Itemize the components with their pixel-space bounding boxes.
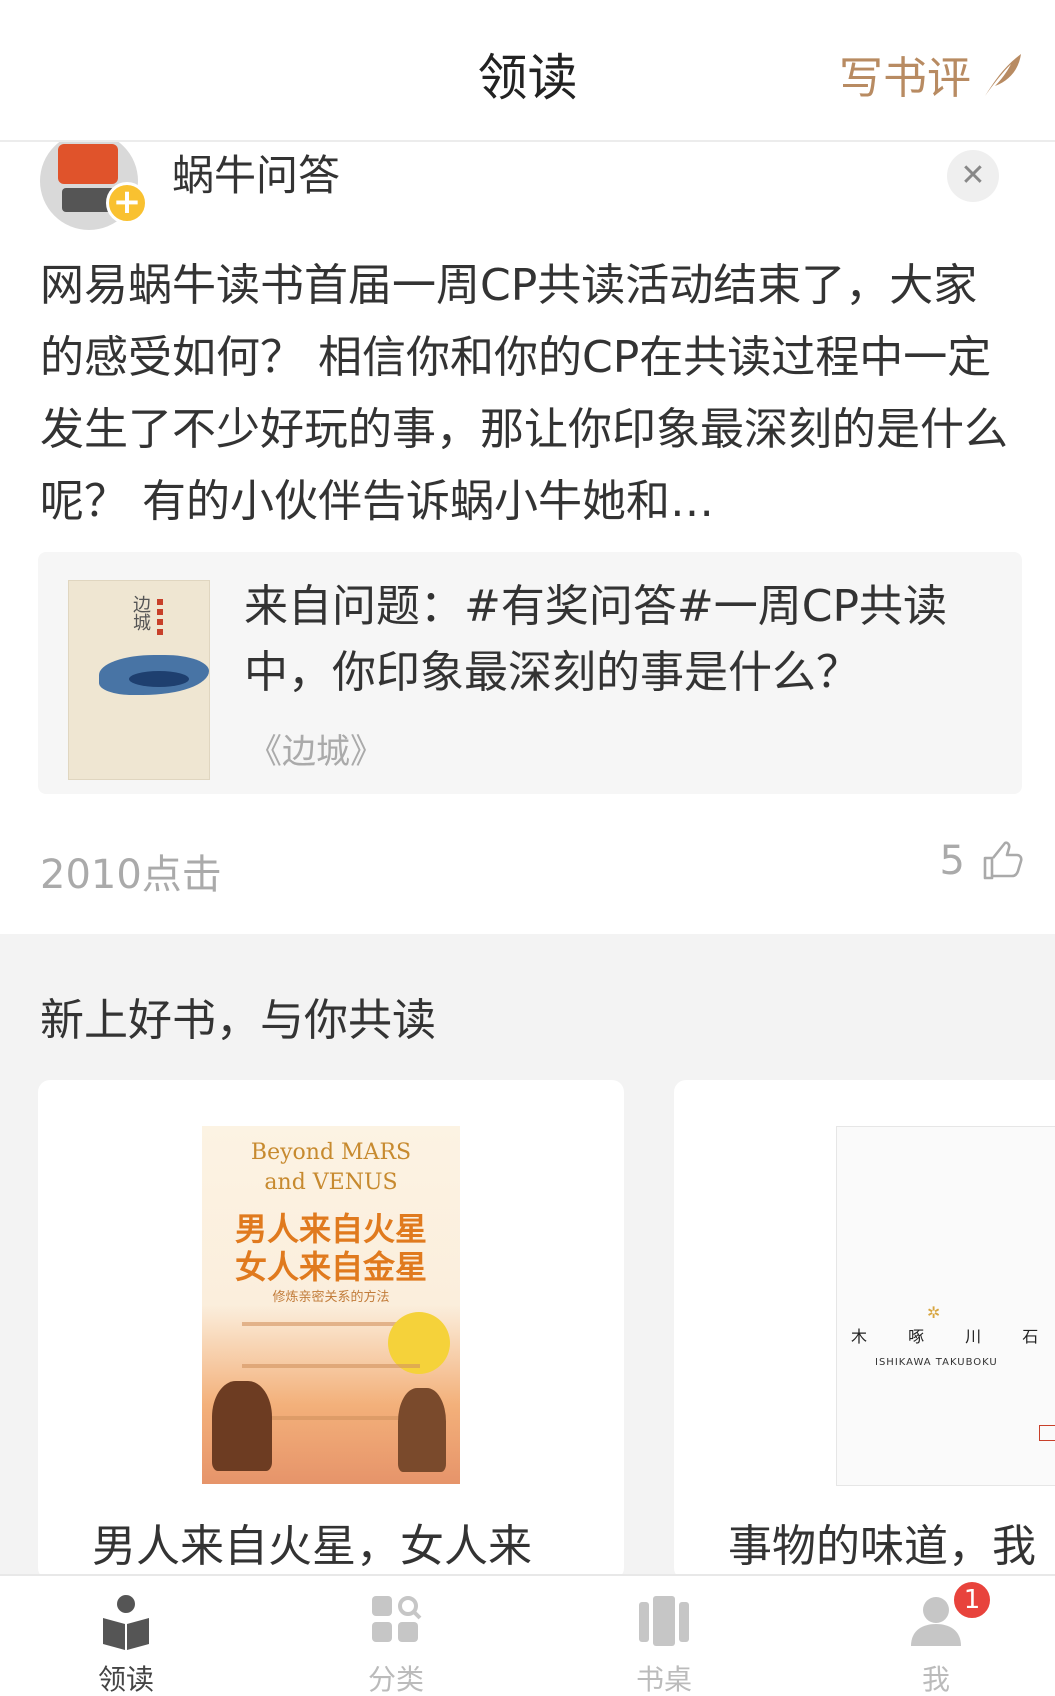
cover-boat xyxy=(129,671,189,687)
close-button[interactable]: ✕ xyxy=(947,150,999,202)
click-count: 2010点击 xyxy=(40,852,222,898)
notification-badge: 1 xyxy=(952,1580,992,1620)
top-bar: 领读 写书评 xyxy=(0,0,1055,142)
cover-stamp xyxy=(1039,1425,1055,1441)
nav-tab-me[interactable]: 1 我 xyxy=(856,1576,1016,1696)
typewriter-image xyxy=(58,144,118,184)
thumbs-up-icon xyxy=(983,841,1023,880)
book-cover-ishikawa: ✲ 木 啄 川 石 ISHIKAWA TAKUBOKU xyxy=(836,1126,1055,1486)
nav-label: 分类 xyxy=(367,1663,424,1696)
author-name[interactable]: 蜗牛问答 xyxy=(172,142,340,203)
write-review-label: 写书评 xyxy=(839,53,971,104)
book-cover-mars-venus: Beyond MARS and VENUS 男人来自火星 女人来自金星 修炼亲密… xyxy=(202,1126,460,1484)
cover-person xyxy=(398,1388,446,1472)
book-cover-biancheng: 边城 xyxy=(68,580,210,780)
cover-title: 边城 xyxy=(130,595,151,631)
cover-en-line2: and VENUS xyxy=(264,1170,398,1195)
like-button[interactable]: 5 xyxy=(940,838,1023,884)
cover-author-name: 木 啄 川 石 xyxy=(851,1327,1055,1346)
post-content[interactable]: 网易蜗牛读书首届一周CP共读活动结束了，大家的感受如何？ 相信你和你的CP在共读… xyxy=(40,250,1020,538)
bottom-navigation: 领读 分类 书桌 1 我 xyxy=(0,1574,1055,1696)
write-review-button[interactable]: 写书评 xyxy=(839,42,1025,106)
cover-dots xyxy=(157,599,163,639)
question-title: 来自问题：#有奖问答#一周CP共读中，你印象最深刻的事是什么？ xyxy=(244,581,947,698)
cover-cn-line2: 女人来自金星 xyxy=(234,1248,427,1286)
new-books-section: 新上好书，与你共读 Beyond MARS and VENUS 男人来自火星 女… xyxy=(0,934,1055,1580)
cover-en-line1: Beyond MARS xyxy=(250,1140,412,1165)
close-icon: ✕ xyxy=(960,158,986,193)
book-title: 男人来自火星，女人来 xyxy=(92,1521,532,1572)
like-count: 5 xyxy=(939,838,965,884)
nav-label: 领读 xyxy=(97,1663,154,1696)
cover-subtitle: 修炼亲密关系的方法 xyxy=(272,1290,390,1305)
nav-tab-category[interactable]: 分类 xyxy=(316,1576,476,1696)
question-reference[interactable]: 边城 来自问题：#有奖问答#一周CP共读中，你印象最深刻的事是什么？ 《边城》 xyxy=(38,552,1022,794)
book-card[interactable]: ✲ 木 啄 川 石 ISHIKAWA TAKUBOKU 事物的味道，我 xyxy=(674,1080,1055,1580)
book-card[interactable]: Beyond MARS and VENUS 男人来自火星 女人来自金星 修炼亲密… xyxy=(38,1080,624,1580)
flower-icon: ✲ xyxy=(927,1303,941,1322)
nav-label: 书桌 xyxy=(635,1663,692,1696)
category-grid-icon xyxy=(372,1596,422,1642)
cover-author-roman: ISHIKAWA TAKUBOKU xyxy=(875,1357,998,1368)
cover-person xyxy=(212,1381,272,1471)
feather-pen-icon xyxy=(985,54,1021,96)
cover-line xyxy=(242,1364,420,1368)
open-book-icon xyxy=(103,1595,149,1650)
post-card[interactable]: + 蜗牛问答 ✕ 网易蜗牛读书首届一周CP共读活动结束了，大家的感受如何？ 相信… xyxy=(0,142,1055,934)
section-title: 新上好书，与你共读 xyxy=(40,995,436,1046)
nav-label: 我 xyxy=(921,1663,950,1696)
question-book-name: 《边城》 xyxy=(248,732,384,772)
book-title: 事物的味道，我 xyxy=(728,1521,1036,1572)
follow-plus-icon[interactable]: + xyxy=(106,182,148,224)
bookshelf-icon xyxy=(639,1596,689,1646)
nav-tab-desk[interactable]: 书桌 xyxy=(584,1576,744,1696)
nav-tab-read[interactable]: 领读 xyxy=(46,1576,206,1696)
